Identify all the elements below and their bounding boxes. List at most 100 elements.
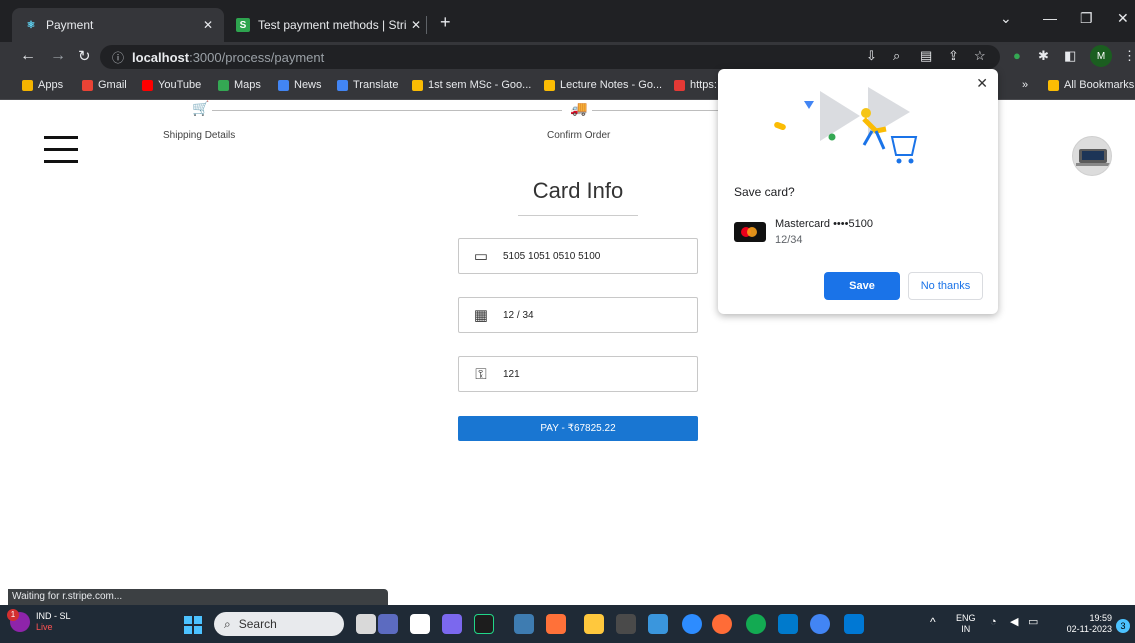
step-label-shipping: Shipping Details — [163, 130, 236, 141]
hamburger-menu-icon[interactable] — [44, 136, 78, 164]
bookmark-translate[interactable]: Translate — [337, 79, 398, 91]
outlook-icon[interactable] — [844, 614, 864, 634]
pay-button[interactable]: PAY - ₹67825.22 — [458, 416, 698, 441]
mysql-workbench-icon[interactable] — [514, 614, 534, 634]
side-panel-icon[interactable]: ◧ — [1064, 48, 1076, 64]
close-icon[interactable]: ✕ — [198, 18, 218, 32]
vscode-icon[interactable] — [778, 614, 798, 634]
stepper-line — [212, 110, 562, 111]
card-expiry: 12/34 — [775, 234, 803, 246]
close-icon[interactable]: ✕ — [976, 75, 988, 92]
battery-icon[interactable]: ▭ — [1028, 617, 1038, 628]
user-avatar[interactable] — [1072, 136, 1112, 176]
widget-icon[interactable] — [356, 614, 376, 634]
youtube-icon — [142, 79, 153, 91]
weather-widget[interactable]: 1 IND - SL Live — [7, 609, 71, 633]
card-number-value: 5105 1051 0510 5100 — [503, 250, 601, 262]
stripe-icon: S — [236, 18, 250, 32]
all-bookmarks[interactable]: All Bookmarks — [1048, 79, 1134, 91]
firefox-icon[interactable] — [546, 614, 566, 634]
url-host: localhost — [132, 49, 190, 65]
bookmarks-overflow[interactable]: » — [1022, 79, 1028, 91]
clock[interactable]: 19:59 02-11-2023 — [1056, 613, 1112, 635]
task-view-icon[interactable] — [410, 614, 430, 634]
save-card-popup: ✕ Save card? Mastercard ••••5100 12/34 S… — [718, 69, 998, 314]
bookmark-maps[interactable]: Maps — [218, 79, 261, 91]
taskbar-search[interactable]: ⌕ Search — [214, 612, 344, 636]
teams-chat-icon[interactable] — [442, 614, 462, 634]
tab-payment[interactable]: ⚛ Payment ✕ — [12, 8, 224, 42]
react-icon: ⚛ — [26, 19, 36, 31]
title-divider — [518, 215, 638, 216]
terminal-icon[interactable] — [616, 614, 636, 634]
bookmark-drive-2[interactable]: Lecture Notes - Go... — [544, 79, 662, 91]
cvc-field[interactable]: ⚿ 121 — [458, 356, 698, 392]
install-app-icon[interactable]: ⇩ — [866, 48, 877, 64]
zoom-app-icon[interactable] — [682, 614, 702, 634]
bookmark-https[interactable]: https: — [674, 79, 717, 91]
share-icon[interactable]: ⇪ — [948, 48, 959, 64]
browser-tab-strip: ⚛ Payment ✕ S Test payment methods | Str… — [0, 0, 1135, 42]
page-title: Card Info — [532, 178, 624, 203]
info-icon[interactable]: ⓘ — [112, 49, 124, 66]
mongodb-compass-icon[interactable] — [746, 614, 766, 634]
shopping-illustration-icon — [774, 87, 918, 164]
expiry-field[interactable]: ▦ 12 / 34 — [458, 297, 698, 333]
bookmark-news[interactable]: News — [278, 79, 322, 91]
volume-icon[interactable]: ◀ — [1010, 617, 1018, 628]
key-icon: ⚿ — [475, 365, 487, 383]
pycharm-icon[interactable] — [474, 614, 494, 634]
notification-badge[interactable]: 3 — [1116, 619, 1130, 633]
store-icon[interactable] — [648, 614, 668, 634]
popup-title: Save card? — [734, 185, 795, 199]
chevron-up-icon[interactable]: ^ — [930, 616, 936, 628]
profile-avatar[interactable]: M — [1090, 45, 1112, 67]
back-arrow-icon[interactable]: ← — [20, 47, 36, 65]
restore-icon[interactable]: ❐ — [1080, 10, 1093, 27]
forward-arrow-icon[interactable]: → — [50, 47, 66, 65]
bookmark-youtube[interactable]: YouTube — [142, 79, 201, 91]
browser-toolbar: ← → ↻ ⓘ localhost :3000/process/payment … — [0, 42, 1135, 72]
bookmark-gmail[interactable]: Gmail — [82, 79, 127, 91]
chrome-icon[interactable] — [810, 614, 830, 634]
save-button[interactable]: Save — [824, 272, 900, 300]
apps-grid-icon — [22, 79, 33, 91]
no-thanks-button[interactable]: No thanks — [908, 272, 983, 300]
menu-kebab-icon[interactable]: ⋮ — [1123, 48, 1135, 64]
credit-card-icon: ▭ — [473, 248, 489, 265]
gallery-icon[interactable] — [378, 614, 398, 634]
tab-stripe-docs[interactable]: S Test payment methods | Stripe D ✕ — [228, 8, 432, 42]
bookmark-apps[interactable]: Apps — [22, 79, 63, 91]
tab-search-chevron-icon[interactable]: ⌄ — [1000, 10, 1012, 27]
language-indicator[interactable]: ENG IN — [956, 613, 976, 635]
taskbar: 1 IND - SL Live ⌕ Search ^ ENG IN ◔ ◀ ▭ … — [0, 605, 1135, 643]
search-icon: ⌕ — [224, 616, 231, 631]
minimize-icon[interactable]: — — [1043, 10, 1057, 26]
gmail-icon — [674, 79, 685, 91]
maps-pin-icon — [218, 79, 229, 91]
mastercard-icon — [734, 222, 766, 242]
wifi-icon[interactable]: ◔ — [990, 617, 997, 628]
reload-icon[interactable]: ↻ — [78, 47, 91, 65]
close-icon[interactable]: ✕ — [406, 18, 426, 32]
zoom-icon[interactable]: ⌕ — [893, 48, 900, 64]
windows-start-icon[interactable] — [184, 616, 202, 634]
postman-icon[interactable] — [712, 614, 732, 634]
weather-icon: 1 — [7, 609, 30, 632]
card-number-field[interactable]: ▭ 5105 1051 0510 5100 — [458, 238, 698, 274]
weather-line2: Live — [36, 622, 53, 632]
drive-icon — [544, 79, 555, 91]
close-window-icon[interactable]: ✕ — [1117, 10, 1129, 27]
tab-separator — [426, 16, 427, 34]
address-bar[interactable]: ⓘ localhost :3000/process/payment — [100, 45, 1000, 69]
puzzle-extensions-icon[interactable]: ✱ — [1038, 48, 1049, 64]
bookmark-star-icon[interactable]: ☆ — [974, 48, 986, 64]
file-explorer-icon[interactable] — [584, 614, 604, 634]
weather-badge: 1 — [7, 609, 19, 621]
extension-icon[interactable]: ● — [1013, 48, 1021, 63]
tab-title: Test payment methods | Stripe D — [258, 18, 406, 32]
card-save-icon[interactable]: ▤ — [920, 48, 932, 64]
new-tab-button[interactable]: + — [440, 12, 451, 33]
step-label-confirm: Confirm Order — [547, 130, 611, 141]
bookmark-drive-1[interactable]: 1st sem MSc - Goo... — [412, 79, 531, 91]
